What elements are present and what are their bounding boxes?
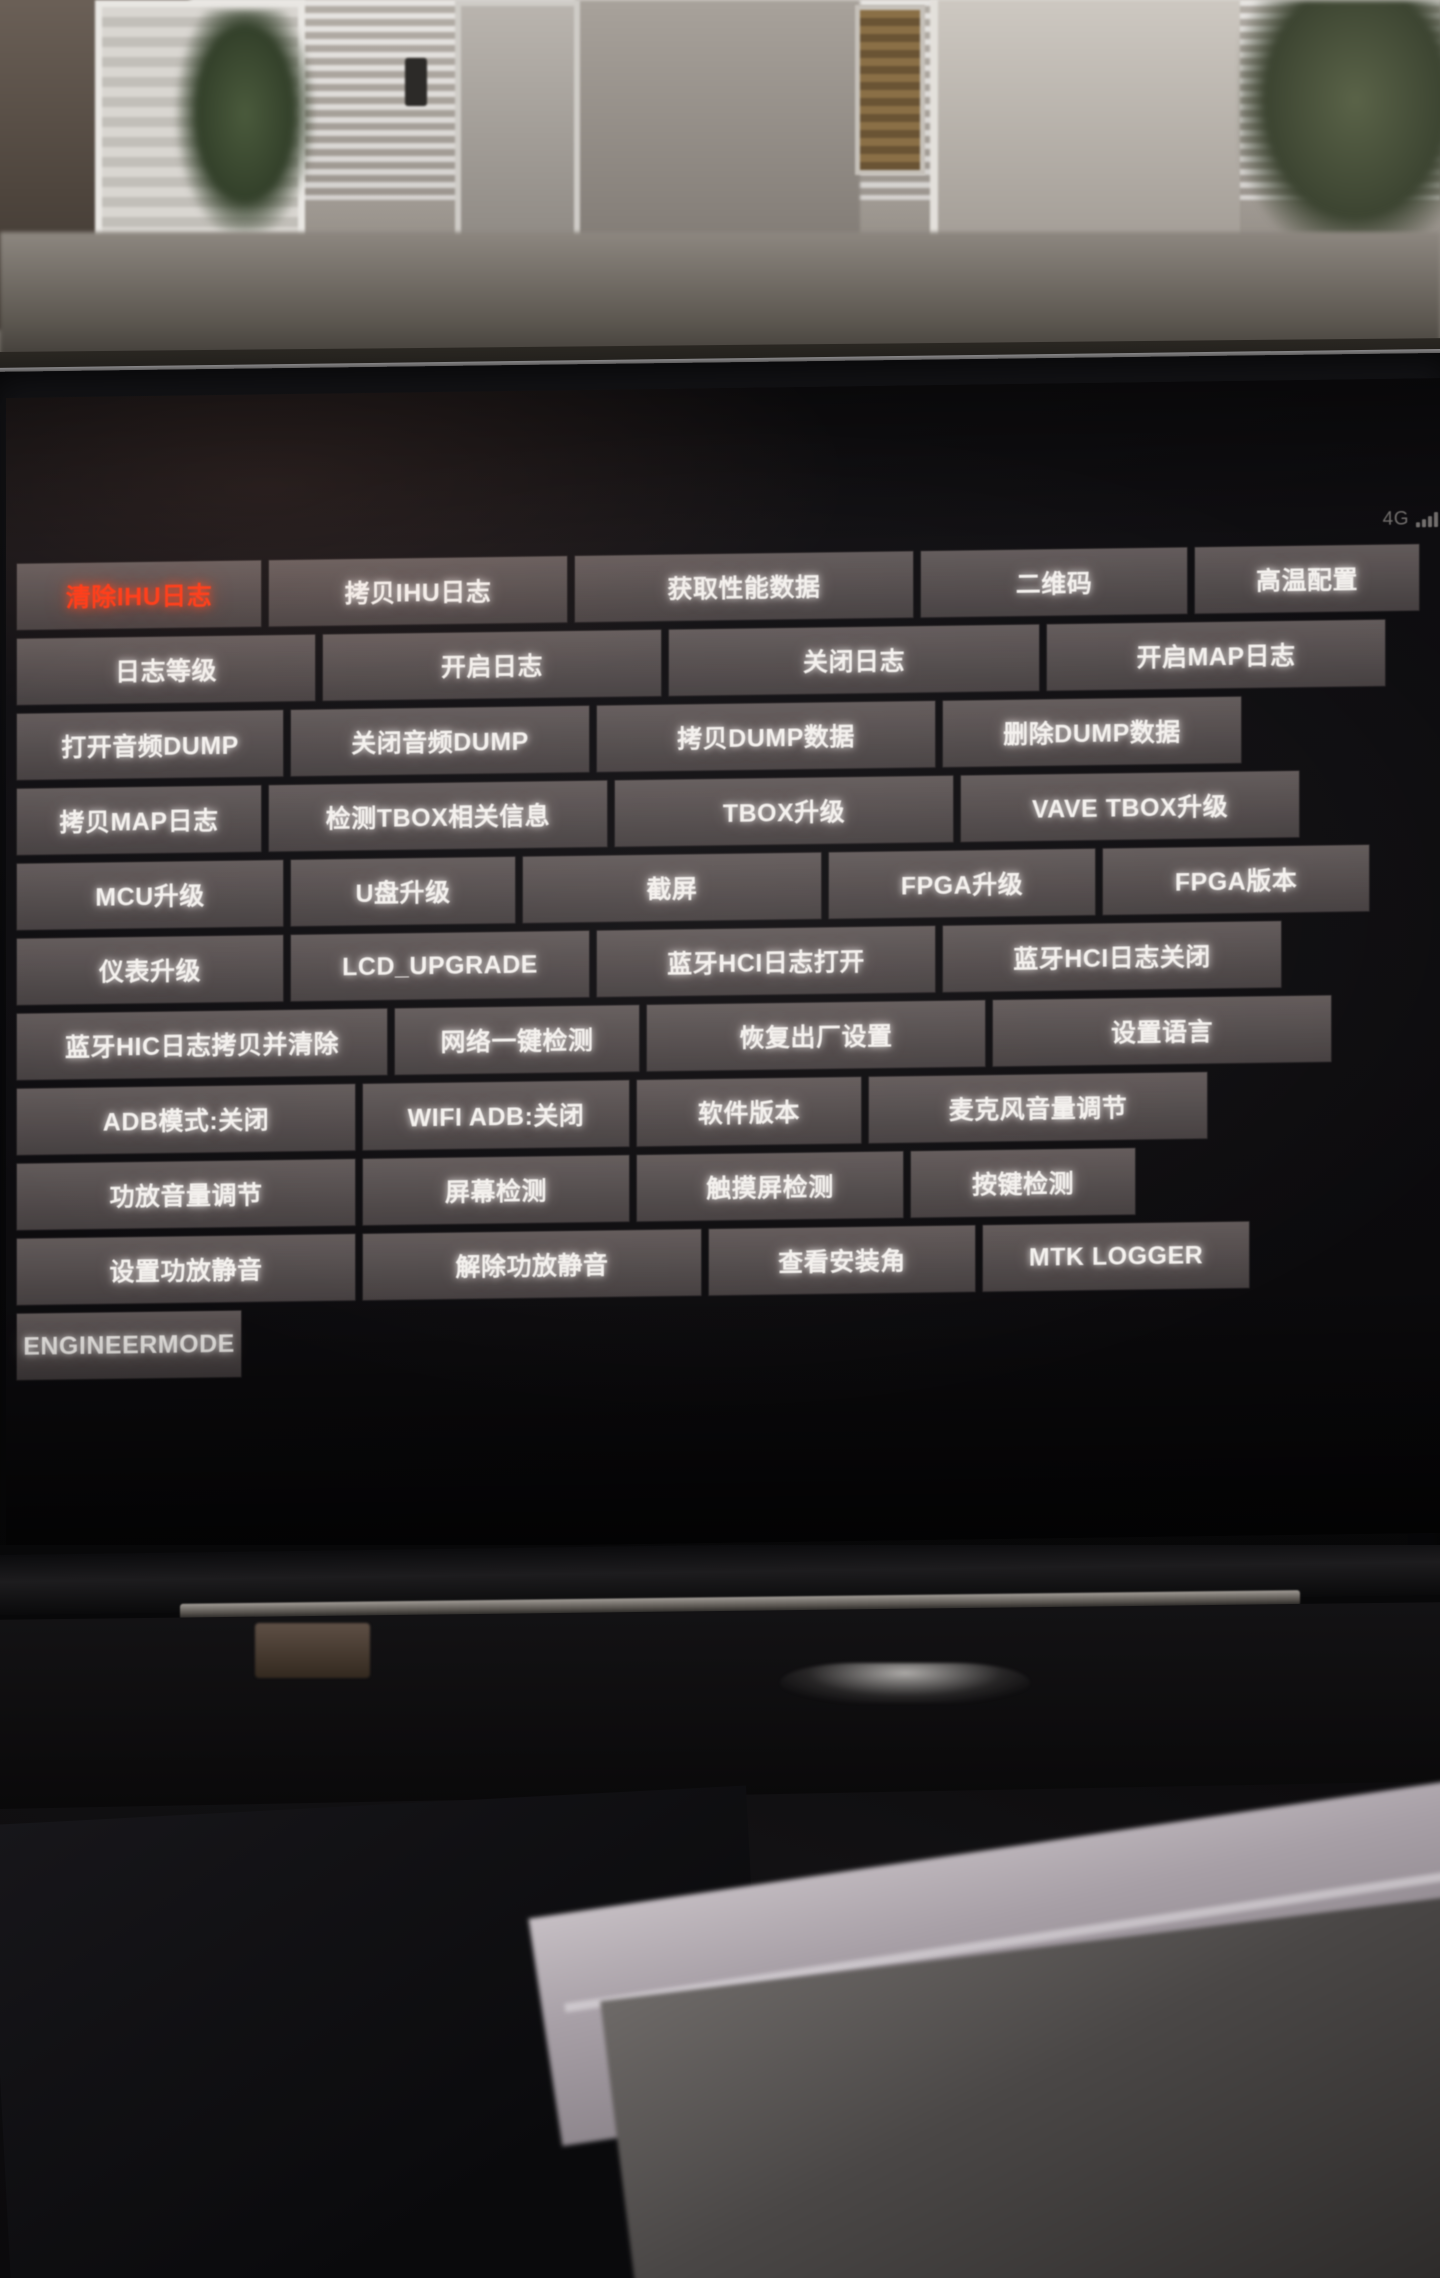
ihu-screen[interactable]: 4G 清除IHU日志 拷贝IHU日志 获取性能数据 二维码 高温配置日志等级 开启日志 关闭… [6,377,1440,1553]
menu-button[interactable]: 拷贝DUMP数据 [596,700,936,773]
engineering-menu-grid[interactable]: 清除IHU日志 拷贝IHU日志 获取性能数据 二维码 高温配置日志等级 开启日志 关闭日志开… [16,543,1440,1381]
menu-button[interactable]: 触摸屏检测 [636,1150,904,1223]
menu-button[interactable]: 网络一键检测 [394,1004,640,1076]
menu-button[interactable]: 截屏 [522,851,822,924]
menu-button[interactable]: 拷贝IHU日志 [268,555,568,628]
air-vent-body [0,1602,1440,1810]
menu-button[interactable]: 恢复出厂设置 [646,999,986,1073]
menu-button[interactable]: 拷贝MAP日志 [16,784,262,856]
menu-button[interactable]: 设置功放静音 [16,1233,356,1306]
wall-middle [575,0,860,260]
menu-button[interactable]: 蓝牙HCI日志关闭 [942,920,1282,993]
menu-button[interactable]: MCU升级 [16,859,284,931]
menu-button[interactable]: 蓝牙HIC日志拷贝并清除 [16,1007,388,1081]
menu-button[interactable]: 按键检测 [910,1147,1136,1219]
menu-button[interactable]: FPGA版本 [1102,843,1370,916]
menu-button[interactable]: TBOX升级 [614,774,954,848]
menu-button[interactable]: 仪表升级 [16,934,284,1006]
menu-button[interactable]: 二维码 [920,546,1188,619]
menu-button[interactable]: 清除IHU日志 [16,559,262,631]
menu-button[interactable]: 删除DUMP数据 [942,695,1242,768]
menu-button[interactable]: 高温配置 [1194,543,1420,615]
menu-button[interactable]: 开启日志 [322,628,662,702]
menu-button[interactable]: 查看安装角 [708,1224,976,1297]
menu-button[interactable]: WIFI ADB:关闭 [362,1079,630,1152]
wall-right [930,0,1240,245]
menu-button[interactable]: 功放音量调节 [16,1158,356,1231]
menu-button[interactable]: 日志等级 [16,633,316,706]
menu-button[interactable]: MTK LOGGER [982,1220,1250,1293]
menu-button[interactable]: 打开音频DUMP [16,709,284,781]
menu-button[interactable]: 获取性能数据 [574,550,914,624]
menu-button[interactable]: 关闭音频DUMP [290,704,590,778]
menu-button[interactable]: 设置语言 [992,994,1332,1068]
menu-button[interactable]: 蓝牙HCI日志打开 [596,925,936,998]
menu-button[interactable]: ENGINEERMODE [16,1309,242,1381]
menu-button[interactable]: 关闭日志 [668,623,1040,697]
vent-control-knob[interactable] [780,1663,1030,1703]
tree-left [175,10,315,240]
signal-strength-icon [1416,511,1438,528]
lower-dashboard-area [0,1545,1440,2278]
menu-button[interactable]: VAVE TBOX升级 [960,769,1300,843]
status-bar: 4G [1383,508,1438,531]
network-type-label: 4G [1382,508,1409,530]
dashcam-photo-of-infotainment-screen: 4G 清除IHU日志 拷贝IHU日志 获取性能数据 二维码 高温配置日志等级 开启日志 关闭… [0,0,1440,2278]
vent-slot [255,1623,370,1678]
door-handle [405,58,427,106]
building-door [455,0,580,255]
menu-button[interactable]: LCD_UPGRADE [290,929,590,1003]
menu-button[interactable]: 软件版本 [636,1076,862,1148]
menu-button[interactable]: 检测TBOX相关信息 [268,779,608,853]
tree-right [1240,0,1440,250]
menu-button[interactable]: 解除功放静音 [362,1228,702,1302]
menu-button[interactable]: 开启MAP日志 [1046,618,1386,692]
windshield-background-scene [0,0,1440,390]
menu-button[interactable]: 屏幕检测 [362,1154,630,1227]
menu-button[interactable]: 麦克风音量调节 [868,1071,1208,1144]
menu-button[interactable]: U盘升级 [290,855,516,928]
menu-button[interactable]: FPGA升级 [828,847,1096,920]
wood-slat-panel [855,5,925,175]
menu-button[interactable]: ADB模式:关闭 [16,1083,356,1156]
